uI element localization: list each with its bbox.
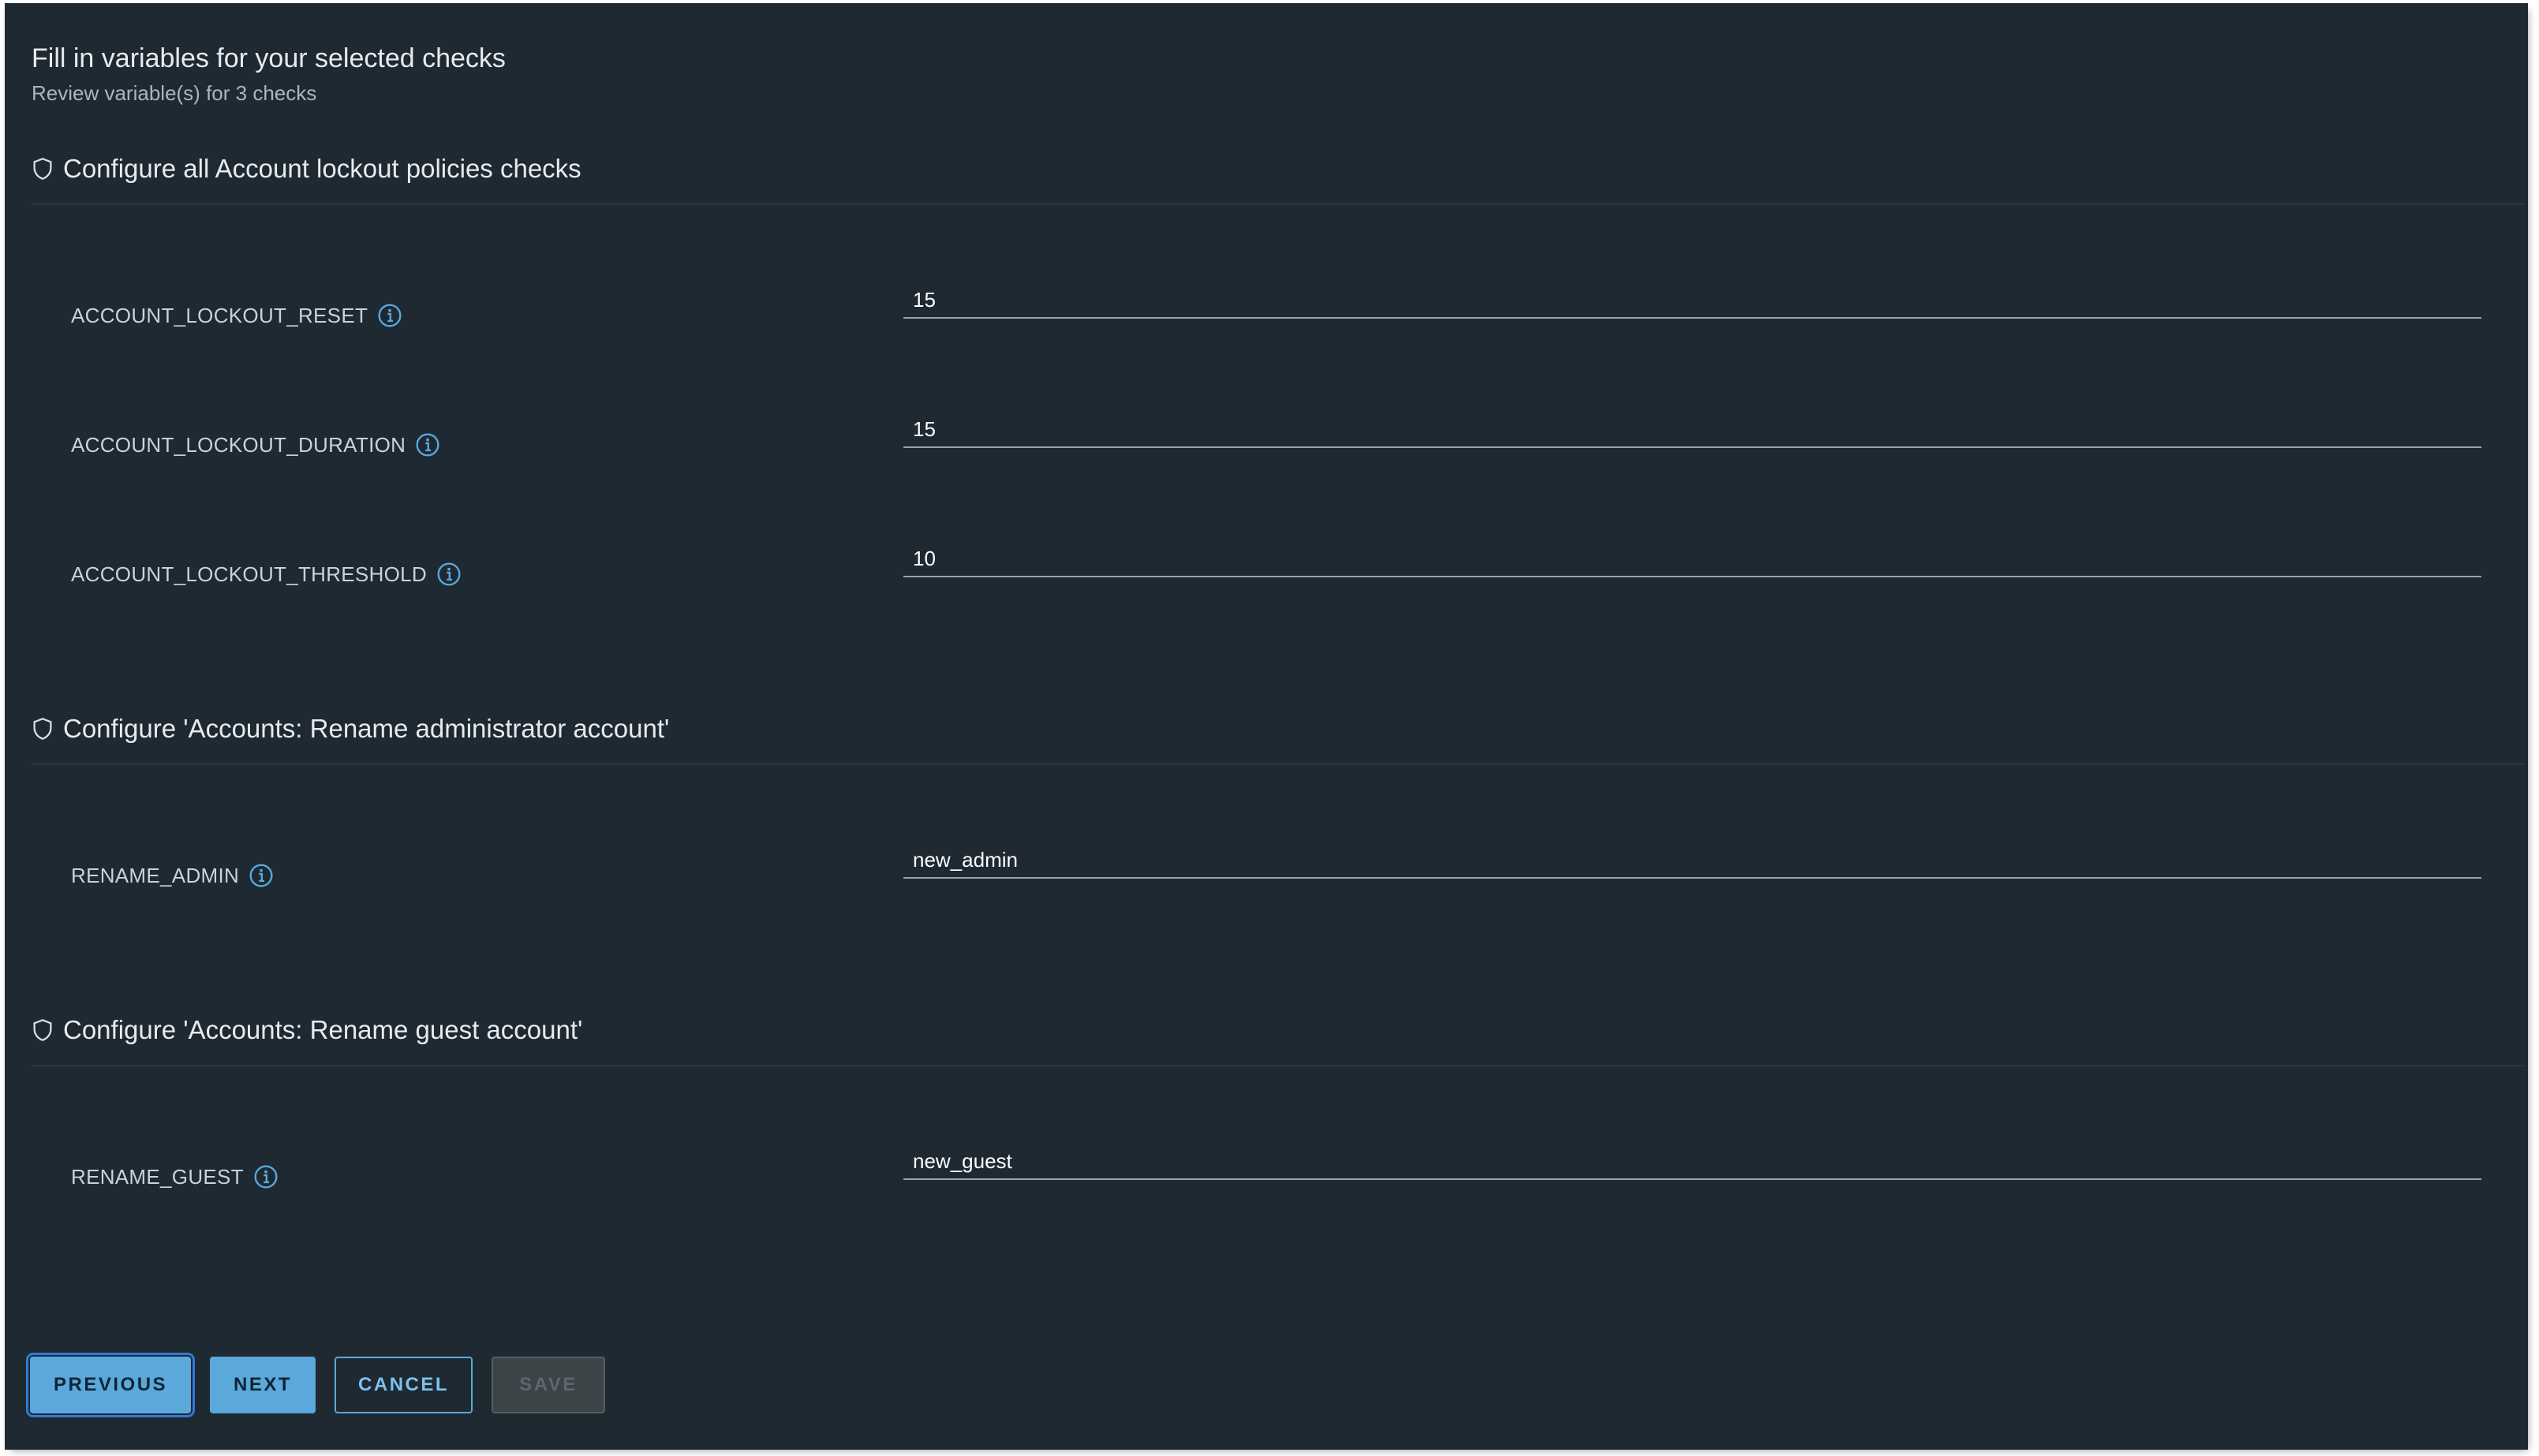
- account-lockout-reset-input[interactable]: [903, 281, 2481, 319]
- info-icon[interactable]: [249, 863, 274, 888]
- info-icon[interactable]: [436, 562, 462, 587]
- variable-row-rename-admin: RENAME_ADMIN: [71, 841, 2485, 888]
- wizard-footer: PREVIOUS NEXT CANCEL SAVE: [25, 1353, 606, 1417]
- previous-button[interactable]: PREVIOUS: [25, 1353, 196, 1417]
- section-divider: [32, 203, 2525, 205]
- variable-name: RENAME_ADMIN: [71, 863, 240, 887]
- section-title: Configure 'Accounts: Rename administrato…: [63, 714, 670, 743]
- variable-row-account-lockout-threshold: ACCOUNT_LOCKOUT_THRESHOLD: [71, 539, 2485, 587]
- wizard-header: Fill in variables for your selected chec…: [32, 41, 506, 107]
- variable-name: ACCOUNT_LOCKOUT_DURATION: [71, 432, 406, 457]
- variable-name: ACCOUNT_LOCKOUT_THRESHOLD: [71, 562, 428, 586]
- rename-guest-input[interactable]: [903, 1142, 2481, 1180]
- variable-row-rename-guest: RENAME_GUEST: [71, 1142, 2485, 1189]
- account-lockout-duration-input[interactable]: [903, 410, 2481, 448]
- section-header-rename-admin: Configure 'Accounts: Rename administrato…: [32, 710, 2525, 748]
- variable-name: ACCOUNT_LOCKOUT_RESET: [71, 303, 368, 327]
- save-button[interactable]: SAVE: [492, 1357, 606, 1413]
- section-header-account-lockout: Configure all Account lockout policies c…: [32, 150, 2525, 188]
- section-header-rename-guest: Configure 'Accounts: Rename guest accoun…: [32, 1011, 2525, 1049]
- section-divider: [32, 763, 2525, 765]
- section-title: Configure 'Accounts: Rename guest accoun…: [63, 1015, 583, 1044]
- info-icon[interactable]: [253, 1164, 279, 1189]
- rename-admin-input[interactable]: [903, 841, 2481, 879]
- shield-icon: [33, 158, 52, 180]
- account-lockout-threshold-input[interactable]: [903, 539, 2481, 577]
- cancel-button[interactable]: CANCEL: [335, 1357, 473, 1413]
- page-subtitle: Review variable(s) for 3 checks: [32, 81, 317, 105]
- variable-name: RENAME_GUEST: [71, 1164, 244, 1189]
- info-icon[interactable]: [415, 432, 440, 457]
- page-title: Fill in variables for your selected chec…: [32, 43, 506, 73]
- section-divider: [32, 1065, 2525, 1066]
- variable-row-account-lockout-duration: ACCOUNT_LOCKOUT_DURATION: [71, 410, 2485, 457]
- variable-row-account-lockout-reset: ACCOUNT_LOCKOUT_RESET: [71, 281, 2485, 328]
- next-button[interactable]: NEXT: [210, 1357, 316, 1413]
- shield-icon: [33, 718, 52, 740]
- section-title: Configure all Account lockout policies c…: [63, 154, 581, 183]
- shield-icon: [33, 1019, 52, 1041]
- wizard-panel: Fill in variables for your selected chec…: [8, 6, 2525, 1447]
- info-icon[interactable]: [377, 303, 402, 328]
